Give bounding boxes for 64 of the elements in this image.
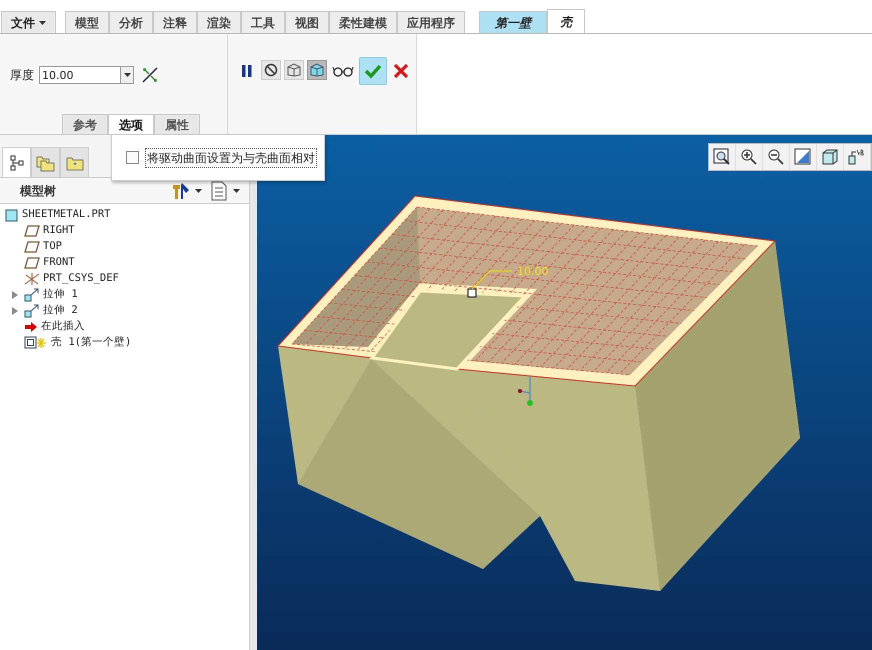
verify-button[interactable] — [307, 60, 327, 80]
repaint-icon — [794, 148, 812, 166]
flip-arrows-icon — [141, 66, 159, 84]
cube-icon — [5, 208, 19, 222]
panel-tab[interactable]: 属性 — [154, 114, 200, 134]
ribbon-tab[interactable]: 注释 — [153, 11, 197, 33]
plane-icon — [24, 241, 40, 253]
coordinate-system-icon — [24, 272, 40, 286]
plane-icon — [24, 257, 40, 269]
panel-tab[interactable]: 选项 — [108, 114, 154, 134]
prohibited-icon — [264, 63, 278, 77]
checkbox[interactable] — [126, 151, 139, 164]
caret-icon — [232, 188, 240, 192]
no-preview-button[interactable] — [261, 60, 281, 80]
tree-item[interactable]: SHEETMETAL.PRT — [22, 207, 111, 223]
zoom-fit-icon — [713, 148, 731, 166]
arrow-icon — [24, 321, 38, 333]
checkmark-icon — [364, 63, 382, 79]
zoom-out-icon — [767, 148, 785, 166]
tree-item[interactable]: RIGHT — [43, 223, 75, 239]
shell-icon — [24, 336, 48, 350]
preview-button[interactable] — [284, 60, 304, 80]
caret-icon — [194, 188, 202, 192]
ribbon-tab[interactable]: 分析 — [109, 11, 153, 33]
glasses-icon — [332, 65, 354, 77]
dropdown-button[interactable] — [121, 66, 134, 84]
annotation-icon — [848, 148, 866, 166]
ribbon-tab[interactable]: 视图 — [285, 11, 329, 33]
tree-item[interactable]: 在此插入 — [41, 319, 85, 335]
ribbon-tab[interactable]: 第一壁 — [479, 11, 547, 33]
tree-item[interactable]: 拉伸 1 — [43, 287, 78, 303]
wireframe-icon — [286, 63, 302, 77]
ribbon-tab[interactable]: 应用程序 — [397, 11, 465, 33]
tree-item[interactable]: 壳 1(第一个壁) — [51, 335, 132, 351]
close-icon — [393, 63, 409, 79]
tree-item[interactable]: 拉伸 2 — [43, 303, 78, 319]
checkbox-label: 将驱动曲面设置为与壳曲面相对 — [145, 148, 317, 168]
ribbon-tab[interactable]: 壳 — [547, 9, 585, 33]
model-tree-title: 模型树 — [20, 182, 56, 200]
ribbon-tab[interactable]: 工具 — [241, 11, 285, 33]
shaded-model-icon — [309, 63, 325, 77]
extrude-icon — [24, 288, 40, 302]
zoom-in-icon — [740, 148, 758, 166]
file-menu[interactable]: 文件 — [1, 11, 56, 33]
caret-icon — [124, 73, 130, 77]
tree-icon — [10, 154, 24, 170]
tree-item[interactable]: PRT_CSYS_DEF — [43, 271, 119, 287]
pause-icon — [241, 64, 253, 78]
ribbon-tab[interactable]: 渲染 — [197, 11, 241, 33]
panel-tab[interactable]: 参考 — [62, 114, 108, 134]
plane-icon — [24, 225, 40, 237]
tools-icon — [170, 180, 190, 200]
ribbon-tab[interactable]: 模型 — [65, 11, 109, 33]
tree-item[interactable]: TOP — [43, 239, 62, 255]
extrude-icon — [24, 304, 40, 318]
folders-icon — [36, 154, 56, 172]
folder-star-icon — [66, 154, 84, 170]
caret-icon — [39, 20, 46, 24]
thickness-label: 厚度 — [10, 67, 34, 84]
navigator-tab[interactable] — [2, 147, 31, 177]
tree-item[interactable]: FRONT — [43, 255, 75, 271]
cube-icon — [821, 148, 839, 166]
ribbon-tab[interactable]: 柔性建模 — [329, 11, 397, 33]
thickness-field[interactable]: 10.00 — [39, 66, 121, 84]
